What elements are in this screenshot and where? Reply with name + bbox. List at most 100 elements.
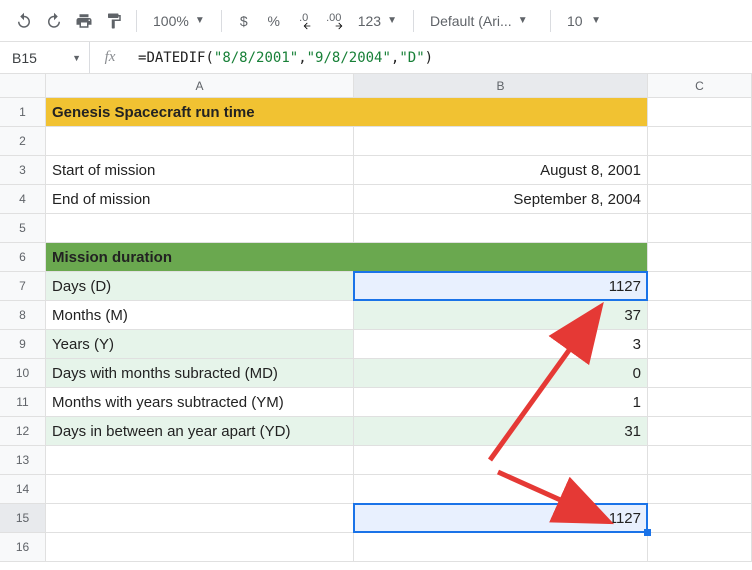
cell[interactable] bbox=[354, 98, 648, 126]
row-header[interactable]: 11 bbox=[0, 388, 46, 416]
select-all-corner[interactable] bbox=[0, 74, 46, 97]
increase-decimal-button[interactable]: .00 bbox=[320, 7, 348, 35]
cell[interactable]: Genesis Spacecraft run time bbox=[46, 98, 354, 126]
row-header[interactable]: 8 bbox=[0, 301, 46, 329]
cell[interactable] bbox=[648, 388, 752, 416]
cell[interactable] bbox=[648, 127, 752, 155]
toolbar: 100% ▼ $ % .0 .00 123 ▼ Default (Ari... … bbox=[0, 0, 752, 42]
cell[interactable] bbox=[648, 156, 752, 184]
cell-selected[interactable]: 1127 bbox=[354, 504, 648, 532]
cell[interactable] bbox=[648, 446, 752, 474]
cell[interactable]: Days (D) bbox=[46, 272, 354, 300]
row-header[interactable]: 7 bbox=[0, 272, 46, 300]
row-header[interactable]: 1 bbox=[0, 98, 46, 126]
table-row: 14 bbox=[0, 475, 752, 504]
table-row: 15 1127 bbox=[0, 504, 752, 533]
table-row: 12 Days in between an year apart (YD) 31 bbox=[0, 417, 752, 446]
chevron-down-icon: ▼ bbox=[591, 15, 601, 26]
row-header[interactable]: 3 bbox=[0, 156, 46, 184]
cell[interactable] bbox=[354, 214, 648, 242]
row-header[interactable]: 9 bbox=[0, 330, 46, 358]
row-header[interactable]: 6 bbox=[0, 243, 46, 271]
table-row: 2 bbox=[0, 127, 752, 156]
number-format-value: 123 bbox=[358, 13, 381, 29]
cell[interactable]: 1127 bbox=[354, 272, 648, 300]
cell[interactable]: Days with months subracted (MD) bbox=[46, 359, 354, 387]
cell[interactable] bbox=[46, 127, 354, 155]
row-header[interactable]: 16 bbox=[0, 533, 46, 561]
cell[interactable] bbox=[648, 417, 752, 445]
undo-button[interactable] bbox=[10, 7, 38, 35]
cell[interactable] bbox=[46, 475, 354, 503]
cell[interactable]: Mission duration bbox=[46, 243, 354, 271]
font-dropdown[interactable]: Default (Ari... ▼ bbox=[422, 7, 542, 35]
cell[interactable]: 3 bbox=[354, 330, 648, 358]
col-header-C[interactable]: C bbox=[648, 74, 752, 97]
redo-button[interactable] bbox=[40, 7, 68, 35]
cell[interactable] bbox=[354, 475, 648, 503]
formula-input[interactable]: =DATEDIF("8/8/2001","9/8/2004","D") bbox=[130, 42, 752, 73]
name-box[interactable]: B15 ▼ bbox=[0, 42, 90, 73]
cell[interactable] bbox=[648, 243, 752, 271]
cell[interactable] bbox=[354, 127, 648, 155]
cell[interactable] bbox=[46, 446, 354, 474]
cell[interactable] bbox=[46, 533, 354, 561]
percent-button[interactable]: % bbox=[260, 7, 288, 35]
table-row: 10 Days with months subracted (MD) 0 bbox=[0, 359, 752, 388]
cell[interactable] bbox=[648, 359, 752, 387]
cell[interactable] bbox=[46, 504, 354, 532]
paint-format-button[interactable] bbox=[100, 7, 128, 35]
cell[interactable] bbox=[648, 272, 752, 300]
cell[interactable]: Months (M) bbox=[46, 301, 354, 329]
row-header[interactable]: 2 bbox=[0, 127, 46, 155]
cell[interactable]: August 8, 2001 bbox=[354, 156, 648, 184]
cell[interactable] bbox=[354, 243, 648, 271]
cell[interactable] bbox=[46, 214, 354, 242]
row-header[interactable]: 4 bbox=[0, 185, 46, 213]
cell[interactable] bbox=[354, 533, 648, 561]
separator bbox=[221, 10, 222, 32]
currency-button[interactable]: $ bbox=[230, 7, 258, 35]
row-header[interactable]: 12 bbox=[0, 417, 46, 445]
col-header-B[interactable]: B bbox=[354, 74, 648, 97]
cell[interactable]: 1 bbox=[354, 388, 648, 416]
cell[interactable] bbox=[648, 475, 752, 503]
row-header[interactable]: 14 bbox=[0, 475, 46, 503]
chevron-down-icon: ▼ bbox=[72, 53, 81, 63]
separator bbox=[550, 10, 551, 32]
table-row: 16 bbox=[0, 533, 752, 562]
col-header-A[interactable]: A bbox=[46, 74, 354, 97]
cell[interactable]: End of mission bbox=[46, 185, 354, 213]
cell[interactable] bbox=[648, 533, 752, 561]
cell[interactable]: Start of mission bbox=[46, 156, 354, 184]
table-row: 3 Start of mission August 8, 2001 bbox=[0, 156, 752, 185]
cell[interactable]: September 8, 2004 bbox=[354, 185, 648, 213]
decrease-decimal-button[interactable]: .0 bbox=[290, 7, 318, 35]
print-button[interactable] bbox=[70, 7, 98, 35]
cell[interactable] bbox=[648, 330, 752, 358]
row-header[interactable]: 5 bbox=[0, 214, 46, 242]
cell[interactable]: 37 bbox=[354, 301, 648, 329]
row-header[interactable]: 15 bbox=[0, 504, 46, 532]
table-row: 13 bbox=[0, 446, 752, 475]
cell[interactable] bbox=[648, 301, 752, 329]
cell[interactable] bbox=[648, 185, 752, 213]
number-format-dropdown[interactable]: 123 ▼ bbox=[350, 7, 405, 35]
table-row: 8 Months (M) 37 bbox=[0, 301, 752, 330]
zoom-dropdown[interactable]: 100% ▼ bbox=[145, 7, 213, 35]
selection-handle[interactable] bbox=[644, 529, 651, 536]
cell[interactable]: 31 bbox=[354, 417, 648, 445]
separator bbox=[136, 10, 137, 32]
cell[interactable]: Months with years subtracted (YM) bbox=[46, 388, 354, 416]
cell[interactable] bbox=[648, 504, 752, 532]
row-header[interactable]: 10 bbox=[0, 359, 46, 387]
cell[interactable] bbox=[354, 446, 648, 474]
font-size-dropdown[interactable]: 10 ▼ bbox=[559, 7, 609, 35]
row-header[interactable]: 13 bbox=[0, 446, 46, 474]
cell[interactable]: Years (Y) bbox=[46, 330, 354, 358]
cell[interactable] bbox=[648, 98, 752, 126]
cell[interactable]: Days in between an year apart (YD) bbox=[46, 417, 354, 445]
cell[interactable] bbox=[648, 214, 752, 242]
spreadsheet-grid: A B C 1 Genesis Spacecraft run time 2 3 … bbox=[0, 74, 752, 562]
cell[interactable]: 0 bbox=[354, 359, 648, 387]
